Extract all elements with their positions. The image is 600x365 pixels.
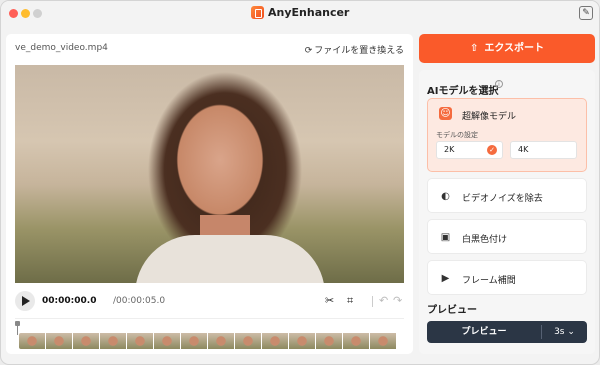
resolution-4k-label: 4K	[518, 145, 529, 154]
model-option-frame-interpolation[interactable]: ▶ フレーム補間	[427, 260, 587, 295]
play-button[interactable]	[15, 291, 35, 311]
timeline-thumbnail	[343, 333, 369, 349]
denoise-icon: ◐	[441, 191, 450, 202]
feedback-icon[interactable]: ✎	[579, 6, 593, 20]
controls-divider	[372, 296, 373, 307]
export-button[interactable]: ⇧ エクスポート	[419, 34, 595, 63]
timeline-thumbnail	[154, 333, 180, 349]
timeline-thumbnail	[289, 333, 315, 349]
preview-section-title: プレビュー	[427, 305, 477, 316]
close-window-button[interactable]	[9, 9, 18, 18]
model-label-frame-interpolation: フレーム補間	[462, 276, 516, 286]
timeline-thumbnail	[235, 333, 261, 349]
timeline-thumbnail	[370, 333, 396, 349]
timeline-strip[interactable]	[19, 333, 404, 349]
check-icon: ✓	[487, 145, 497, 155]
scissors-icon[interactable]: ✂	[325, 294, 334, 307]
timeline-thumbnail	[46, 333, 72, 349]
ai-model-section-title: AIモデルを選択	[427, 86, 499, 97]
timeline-thumbnail	[73, 333, 99, 349]
resolution-option-4k[interactable]: 4K	[510, 141, 577, 159]
timeline-thumbnail	[181, 333, 207, 349]
preview-duration-dropdown[interactable]: 3s ⌄	[542, 321, 587, 343]
model-label-colorize: 白黒色付け	[462, 235, 508, 245]
playback-controls: 00:00:00.0 /00:00:05.0 ✂ ⌗ ↶ ↷	[15, 290, 404, 312]
title-bar: AnyEnhancer ✎	[1, 1, 599, 26]
info-icon[interactable]: i	[495, 80, 503, 88]
model-settings-label: モデルの設定	[436, 131, 478, 139]
model-option-colorize[interactable]: ▣ 白黒色付け	[427, 219, 587, 254]
total-time: /00:00:05.0	[113, 296, 166, 306]
model-label-super-resolution: 超解像モデル	[462, 112, 517, 122]
redo-icon[interactable]: ↷	[393, 294, 402, 307]
video-editor-panel: ve_demo_video.mp4 ⟳ ファイルを置き換える 00:00:00.0…	[6, 34, 413, 354]
replace-file-button[interactable]: ⟳ ファイルを置き換える	[305, 43, 404, 56]
app-window: AnyEnhancer ✎ ve_demo_video.mp4 ⟳ ファイルを置き…	[0, 0, 600, 365]
timeline-thumbnail	[262, 333, 288, 349]
robot-icon: ☺	[439, 107, 452, 120]
export-icon: ⇧	[469, 43, 479, 54]
resolution-2k-label: 2K	[444, 145, 455, 154]
timeline-divider	[15, 318, 404, 319]
refresh-icon: ⟳	[304, 46, 313, 56]
app-logo-icon	[251, 6, 264, 19]
timeline-thumbnail	[100, 333, 126, 349]
crop-icon[interactable]: ⌗	[347, 294, 353, 308]
current-time: 00:00:00.0	[42, 296, 97, 306]
app-title: AnyEnhancer	[268, 6, 350, 19]
timeline-thumbnail	[19, 333, 45, 349]
video-filename: ve_demo_video.mp4	[15, 43, 108, 53]
model-label-denoise: ビデオノイズを除去	[462, 194, 543, 204]
minimize-window-button[interactable]	[21, 9, 30, 18]
zoom-window-button[interactable]	[33, 9, 42, 18]
export-label: エクスポート	[484, 43, 545, 54]
timeline-thumbnail	[208, 333, 234, 349]
frame-interpolation-icon: ▶	[441, 273, 450, 284]
undo-icon[interactable]: ↶	[379, 294, 388, 307]
model-option-super-resolution[interactable]: ☺ 超解像モデル モデルの設定 2K ✓ 4K	[427, 98, 587, 172]
replace-file-label: ファイルを置き換える	[314, 46, 404, 56]
timeline-thumbnail	[316, 333, 342, 349]
video-preview	[15, 65, 404, 283]
video-subject-shirt	[135, 235, 325, 283]
timeline-thumbnail	[127, 333, 153, 349]
preview-bar: プレビュー 3s ⌄	[427, 321, 587, 343]
model-option-denoise[interactable]: ◐ ビデオノイズを除去	[427, 178, 587, 213]
preview-button[interactable]: プレビュー	[427, 321, 541, 343]
colorize-icon: ▣	[440, 232, 451, 243]
resolution-option-2k[interactable]: 2K ✓	[436, 141, 503, 159]
